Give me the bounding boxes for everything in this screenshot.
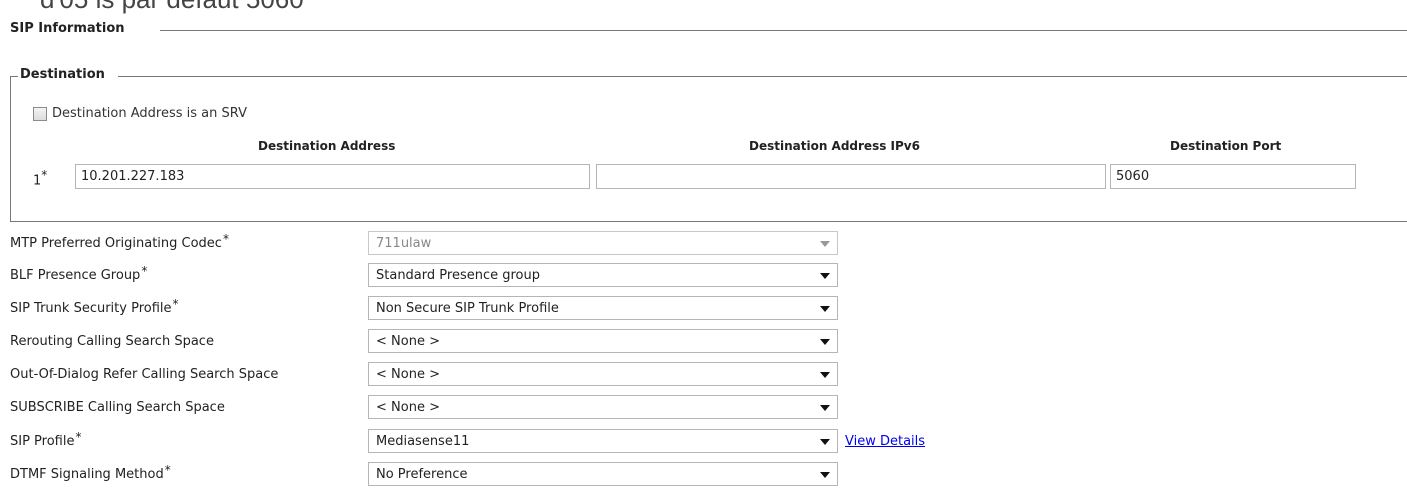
subscribe-css-label: SUBSCRIBE Calling Search Space xyxy=(10,396,226,415)
required-mark: * xyxy=(75,430,82,444)
sip-section-top-border xyxy=(160,30,1407,31)
sip-profile-label-text: SIP Profile xyxy=(10,434,75,449)
blf-presence-group-value: Standard Presence group xyxy=(376,267,540,283)
srv-checkbox[interactable] xyxy=(33,106,47,121)
srv-option[interactable]: Destination Address is an SRV xyxy=(33,106,247,121)
chevron-down-icon xyxy=(820,241,830,247)
sip-profile-select[interactable]: Mediasense11 xyxy=(368,429,838,453)
required-mark: * xyxy=(164,463,171,477)
mtp-codec-label: MTP Preferred Originating Codec* xyxy=(10,232,229,251)
dtmf-signaling-method-label: DTMF Signaling Method* xyxy=(10,463,171,482)
sip-profile-value: Mediasense11 xyxy=(376,433,470,449)
subscribe-css-value: < None > xyxy=(376,399,440,415)
sip-trunk-security-profile-value: Non Secure SIP Trunk Profile xyxy=(376,300,559,316)
required-mark: * xyxy=(222,232,229,246)
chevron-down-icon xyxy=(820,339,830,345)
mtp-codec-label-text: MTP Preferred Originating Codec xyxy=(10,236,222,251)
subscribe-css-select[interactable]: < None > xyxy=(368,395,838,419)
out-of-dialog-refer-css-select[interactable]: < None > xyxy=(368,362,838,386)
dtmf-signaling-method-value: No Preference xyxy=(376,466,468,482)
required-mark: * xyxy=(172,297,179,311)
sip-trunk-security-profile-select[interactable]: Non Secure SIP Trunk Profile xyxy=(368,296,838,320)
page-heading-fragment: d'05 is par défaut 5060 xyxy=(40,0,304,15)
destination-address-input[interactable]: 10.201.227.183 xyxy=(75,164,590,189)
destination-top-border-left xyxy=(10,76,18,77)
rerouting-css-label-text: Rerouting Calling Search Space xyxy=(10,334,214,349)
destination-title: Destination xyxy=(20,67,105,82)
mtp-codec-value: 711ulaw xyxy=(376,235,432,251)
chevron-down-icon xyxy=(820,372,830,378)
dtmf-signaling-method-select[interactable]: No Preference xyxy=(368,462,838,486)
column-header-destination-port: Destination Port xyxy=(1170,139,1282,153)
rerouting-css-value: < None > xyxy=(376,333,440,349)
column-header-destination-address: Destination Address xyxy=(258,139,396,153)
destination-bottom-border xyxy=(10,221,1407,222)
blf-presence-group-select[interactable]: Standard Presence group xyxy=(368,263,838,287)
sip-trunk-security-profile-label: SIP Trunk Security Profile* xyxy=(10,297,179,316)
destination-row-index: 1* xyxy=(33,168,47,188)
sip-information-title: SIP Information xyxy=(10,21,125,36)
column-header-destination-ipv6: Destination Address IPv6 xyxy=(749,139,920,153)
required-mark: * xyxy=(141,264,148,278)
srv-checkbox-label: Destination Address is an SRV xyxy=(52,106,247,121)
mtp-codec-select[interactable]: 711ulaw xyxy=(368,231,838,255)
destination-left-border xyxy=(10,76,11,221)
dtmf-signaling-method-label-text: DTMF Signaling Method xyxy=(10,467,164,482)
out-of-dialog-refer-css-label-text: Out-Of-Dialog Refer Calling Search Space xyxy=(10,367,279,382)
out-of-dialog-refer-css-label: Out-Of-Dialog Refer Calling Search Space xyxy=(10,363,279,382)
subscribe-css-label-text: SUBSCRIBE Calling Search Space xyxy=(10,400,225,415)
chevron-down-icon xyxy=(820,273,830,279)
chevron-down-icon xyxy=(820,405,830,411)
chevron-down-icon xyxy=(820,306,830,312)
destination-port-input[interactable]: 5060 xyxy=(1110,164,1356,189)
sip-trunk-security-profile-label-text: SIP Trunk Security Profile xyxy=(10,301,172,316)
blf-presence-group-label-text: BLF Presence Group xyxy=(10,268,141,283)
blf-presence-group-label: BLF Presence Group* xyxy=(10,264,147,283)
required-mark: * xyxy=(41,168,48,182)
out-of-dialog-refer-css-value: < None > xyxy=(376,366,440,382)
rerouting-css-select[interactable]: < None > xyxy=(368,329,838,353)
view-details-link[interactable]: View Details xyxy=(845,434,925,449)
destination-top-border xyxy=(118,76,1407,77)
chevron-down-icon xyxy=(820,472,830,478)
sip-profile-label: SIP Profile* xyxy=(10,430,81,449)
chevron-down-icon xyxy=(820,439,830,445)
destination-ipv6-input[interactable] xyxy=(596,164,1106,189)
rerouting-css-label: Rerouting Calling Search Space xyxy=(10,330,215,349)
